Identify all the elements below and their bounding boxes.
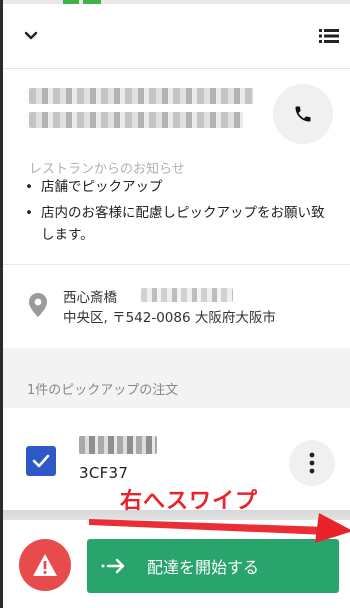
notice-title: レストランからのお知らせ	[29, 162, 185, 177]
app-screen: レストランからのお知らせ • 店舗でピックアップ • 店内のお客様に配慮しピックアッ…	[0, 0, 350, 608]
start-delivery-slider[interactable]: 配達を開始する	[87, 539, 339, 593]
list-button[interactable]	[315, 22, 343, 50]
address-line-1: 西心斎橋	[63, 290, 117, 306]
redacted-address	[141, 288, 233, 302]
section-separator	[3, 348, 350, 408]
bullet: •	[25, 179, 33, 195]
restaurant-name-redacted	[29, 86, 257, 136]
warning-icon	[33, 554, 57, 576]
chevron-down-icon	[24, 31, 38, 40]
order-checkbox[interactable]	[26, 446, 56, 476]
check-icon	[32, 454, 50, 468]
notice-item: • 店内のお客様に配慮しピックアップをお願い致します。	[25, 202, 325, 246]
alert-button[interactable]	[19, 539, 71, 591]
order-code: 3CF37	[79, 464, 129, 482]
orders-title: 1件のピックアップの注文	[27, 383, 179, 398]
redacted-text	[29, 112, 243, 128]
divider	[3, 264, 350, 265]
list-icon	[319, 29, 339, 43]
map-pin-icon	[29, 293, 47, 317]
call-button[interactable]	[273, 84, 333, 144]
notice-item-text: 店舗でピックアップ	[41, 179, 163, 195]
address-line-2: 中央区, 〒542-0086 大阪府大阪市	[63, 310, 276, 326]
notice-item-text: 店内のお客様に配慮しピックアップをお願い致します。	[41, 205, 325, 243]
collapse-button[interactable]	[17, 22, 45, 50]
header	[3, 4, 350, 69]
redacted-text	[29, 88, 253, 104]
arrow-right-icon	[101, 558, 125, 574]
customer-name-redacted	[79, 436, 157, 454]
notice-item: • 店舗でピックアップ	[25, 176, 163, 198]
phone-icon	[295, 106, 311, 122]
start-delivery-label: 配達を開始する	[147, 558, 260, 577]
swipe-annotation-arrow	[89, 513, 350, 543]
order-more-button[interactable]	[289, 440, 335, 486]
bullet: •	[25, 205, 33, 221]
more-vertical-icon	[309, 452, 315, 474]
slider-handle[interactable]	[87, 558, 141, 574]
